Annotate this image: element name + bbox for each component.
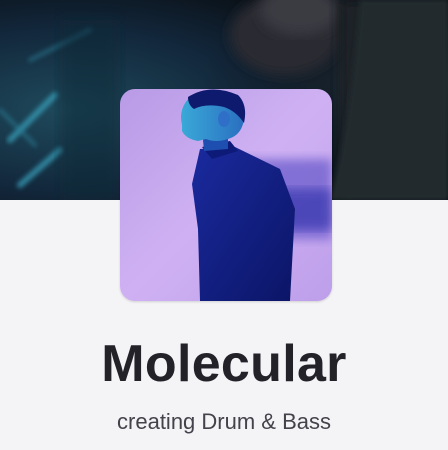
profile-avatar[interactable] <box>120 89 332 301</box>
profile-tagline: creating Drum & Bass <box>117 409 331 434</box>
profile-name: Molecular <box>101 335 347 393</box>
